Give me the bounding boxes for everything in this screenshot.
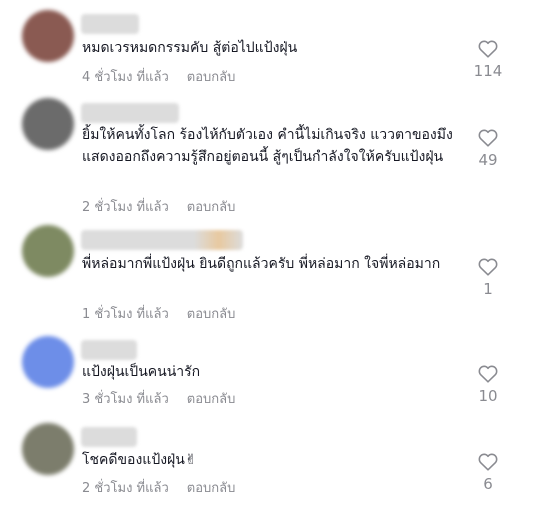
comment-time: 2 ชั่วโมง ที่แล้ว [82, 481, 169, 496]
reply-button[interactable]: ตอบกลับ [187, 392, 236, 407]
username-blurred[interactable] [81, 230, 243, 250]
comment-meta: 1 ชั่วโมง ที่แล้ว ตอบกลับ [82, 303, 235, 324]
heart-icon [478, 453, 498, 471]
comment-meta: 4 ชั่วโมง ที่แล้ว ตอบกลับ [82, 66, 235, 87]
username-blurred[interactable] [81, 427, 137, 447]
like-button[interactable]: 6 [468, 453, 508, 493]
username-blurred[interactable] [81, 103, 179, 123]
comment-time: 4 ชั่วโมง ที่แล้ว [82, 70, 169, 85]
like-button[interactable]: 1 [468, 258, 508, 298]
avatar[interactable] [22, 423, 74, 475]
username-blurred[interactable] [81, 340, 137, 360]
comment-text: ยิ้มให้คนทั้งโลก ร้องไห้กับตัวเอง คำนี้ไ… [82, 127, 453, 165]
like-count: 49 [478, 151, 498, 169]
like-button[interactable]: 49 [468, 129, 508, 169]
avatar[interactable] [22, 10, 74, 62]
heart-icon [478, 129, 498, 147]
like-button[interactable]: 10 [468, 365, 508, 405]
avatar[interactable] [22, 336, 74, 388]
heart-icon [478, 258, 498, 276]
reply-button[interactable]: ตอบกลับ [187, 200, 236, 215]
comment-text: แป้งฝุ่นเป็นคนน่ารัก [82, 364, 201, 380]
like-count: 114 [473, 62, 503, 80]
comment-text: โชคดีของแป้งฝุ่น✌ [82, 452, 197, 468]
avatar[interactable] [22, 225, 74, 277]
comment-time: 2 ชั่วโมง ที่แล้ว [82, 200, 169, 215]
heart-icon [478, 365, 498, 383]
reply-button[interactable]: ตอบกลับ [187, 70, 236, 85]
like-count: 6 [483, 475, 493, 493]
comment-text: หมดเวรหมดกรรมคับ สู้ต่อไปแป้งฝุ่น [82, 40, 298, 56]
like-count: 10 [478, 387, 498, 405]
avatar[interactable] [22, 98, 74, 150]
comment-time: 3 ชั่วโมง ที่แล้ว [82, 392, 169, 407]
comment-meta: 3 ชั่วโมง ที่แล้ว ตอบกลับ [82, 388, 235, 409]
reply-button[interactable]: ตอบกลับ [187, 307, 236, 322]
comment-text: พี่หล่อมากพี่แป้งฝุ่น ยินดีถูกแล้วครับ พ… [82, 256, 441, 272]
like-button[interactable]: 114 [468, 40, 508, 80]
heart-icon [478, 40, 498, 58]
comment-meta: 2 ชั่วโมง ที่แล้ว ตอบกลับ [82, 196, 235, 217]
comment-time: 1 ชั่วโมง ที่แล้ว [82, 307, 169, 322]
comment-meta: 2 ชั่วโมง ที่แล้ว ตอบกลับ [82, 477, 235, 498]
username-blurred[interactable] [81, 14, 139, 34]
reply-button[interactable]: ตอบกลับ [187, 481, 236, 496]
like-count: 1 [483, 280, 493, 298]
